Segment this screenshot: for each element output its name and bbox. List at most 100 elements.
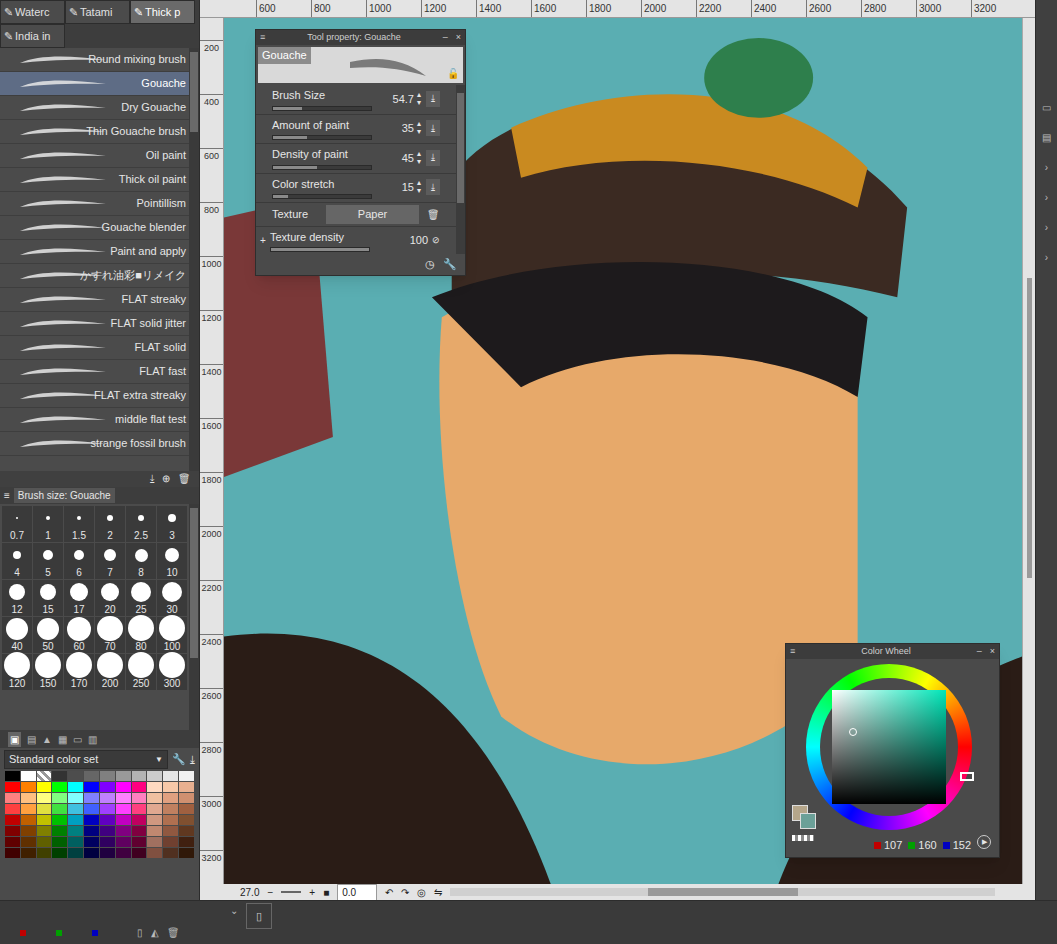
scrollbar[interactable]	[456, 85, 465, 254]
property-value[interactable]: 15	[388, 179, 414, 196]
reset-icon[interactable]: ◷	[425, 256, 435, 273]
brush-item[interactable]: strange fossil brush	[0, 432, 189, 456]
panel-icon[interactable]: ▭	[1042, 100, 1051, 115]
color-swatch[interactable]	[5, 837, 20, 847]
color-swatch[interactable]	[179, 804, 194, 814]
brush-tab[interactable]: ✎India in	[0, 24, 65, 48]
color-swatch[interactable]	[179, 826, 194, 836]
color-swatch[interactable]	[163, 848, 178, 858]
color-swatch[interactable]	[21, 771, 36, 781]
scrollbar[interactable]	[189, 504, 199, 730]
brush-size-cell[interactable]: 2	[95, 506, 125, 542]
brush-tab[interactable]: ✎Waterc	[0, 0, 65, 24]
color-swatch[interactable]	[5, 771, 20, 781]
saturation-value-square[interactable]	[832, 690, 946, 804]
brush-item[interactable]: middle flat test	[0, 408, 189, 432]
brush-size-cell[interactable]: 300	[157, 654, 187, 690]
color-swatch[interactable]	[116, 793, 131, 803]
color-swatch[interactable]	[5, 804, 20, 814]
color-swatch[interactable]	[68, 793, 83, 803]
slider[interactable]	[272, 165, 372, 170]
property-value[interactable]: 100	[402, 232, 428, 249]
color-swatch[interactable]	[52, 793, 67, 803]
brush-tab[interactable]: ✎Tatami	[65, 0, 130, 24]
brush-size-cell[interactable]: 8	[126, 543, 156, 579]
brush-list[interactable]: Round mixing brushGouacheDry GouacheThin…	[0, 48, 199, 471]
color-swatch[interactable]	[116, 837, 131, 847]
color-swatch[interactable]	[37, 804, 52, 814]
spin-icon[interactable]: ▴▾	[414, 179, 423, 195]
color-swatch[interactable]	[84, 782, 99, 792]
color-swatch[interactable]	[21, 804, 36, 814]
add-icon[interactable]: ⊕	[162, 471, 170, 487]
wrench-icon[interactable]: 🔧	[443, 256, 457, 273]
color-swatch[interactable]	[100, 837, 115, 847]
panel-icon[interactable]: ›	[1045, 220, 1048, 235]
lock-icon[interactable]: 🔓	[447, 66, 459, 81]
brush-size-cell[interactable]: 150	[33, 654, 63, 690]
color-swatch[interactable]	[5, 826, 20, 836]
panel-icon[interactable]: ›	[1045, 190, 1048, 205]
brush-item[interactable]: FLAT solid	[0, 336, 189, 360]
color-swatch[interactable]	[84, 848, 99, 858]
brush-size-cell[interactable]: 50	[33, 617, 63, 653]
angle-value[interactable]: 0.0	[337, 884, 377, 901]
spin-icon[interactable]: ▴▾	[414, 150, 423, 166]
property-value[interactable]: 35	[388, 120, 414, 137]
new-swatch-icon[interactable]: ▯	[137, 925, 143, 940]
brush-size-cell[interactable]: 80	[126, 617, 156, 653]
color-swatch[interactable]	[84, 837, 99, 847]
color-swatch[interactable]	[68, 815, 83, 825]
color-swatch[interactable]	[147, 837, 162, 847]
color-swatch[interactable]	[116, 782, 131, 792]
menu-icon[interactable]: ≡	[4, 488, 10, 503]
color-swatch[interactable]	[5, 793, 20, 803]
color-swatch[interactable]	[100, 815, 115, 825]
zoom-in-icon[interactable]: +	[309, 885, 315, 900]
color-swatch[interactable]	[132, 826, 147, 836]
color-swatch[interactable]	[116, 804, 131, 814]
color-swatch[interactable]	[52, 771, 67, 781]
color-swatch[interactable]	[116, 848, 131, 858]
collapse-icon[interactable]: ⌄	[230, 903, 238, 918]
brush-item[interactable]: Pointillism	[0, 192, 189, 216]
layer-button[interactable]: ▯	[246, 903, 272, 929]
brush-item[interactable]: Round mixing brush	[0, 48, 189, 72]
trash-icon[interactable]: 🗑	[427, 207, 440, 222]
color-swatch[interactable]	[147, 782, 162, 792]
color-swatch[interactable]	[132, 804, 147, 814]
color-swatch[interactable]	[21, 815, 36, 825]
panel-icon[interactable]: ▤	[1042, 130, 1051, 145]
panel-icon[interactable]: ›	[1045, 250, 1048, 265]
link-icon[interactable]: ⊘	[432, 234, 440, 248]
color-swatch[interactable]	[100, 793, 115, 803]
scrollbar[interactable]	[189, 48, 199, 471]
minimize-icon[interactable]: –	[977, 645, 982, 659]
color-swatch[interactable]	[163, 837, 178, 847]
rotate-left-icon[interactable]: ↶	[385, 885, 393, 900]
palette-tab-icon[interactable]: ▣	[8, 732, 21, 747]
color-marker[interactable]	[849, 728, 857, 736]
brush-size-cell[interactable]: 0.7	[2, 506, 32, 542]
color-swatch[interactable]	[68, 804, 83, 814]
fit-icon[interactable]: ■	[323, 885, 329, 900]
palette-tab-icon[interactable]: ▲	[42, 732, 52, 747]
brush-size-cell[interactable]: 70	[95, 617, 125, 653]
minimize-icon[interactable]: –	[443, 31, 448, 45]
color-swatch[interactable]	[21, 848, 36, 858]
color-swatch[interactable]	[21, 826, 36, 836]
brush-size-cell[interactable]: 100	[157, 617, 187, 653]
download-icon[interactable]: ⤓	[190, 751, 195, 768]
color-swatch[interactable]	[52, 782, 67, 792]
expand-icon[interactable]: +	[260, 233, 270, 248]
slider[interactable]	[272, 106, 372, 111]
color-swatch[interactable]	[132, 848, 147, 858]
brush-size-cell[interactable]: 20	[95, 580, 125, 616]
color-swatch[interactable]	[21, 837, 36, 847]
download-icon[interactable]: ⤓	[426, 120, 440, 136]
brush-size-cell[interactable]: 7	[95, 543, 125, 579]
color-swatch[interactable]	[100, 848, 115, 858]
brush-size-cell[interactable]: 30	[157, 580, 187, 616]
color-swatch[interactable]	[68, 848, 83, 858]
brush-item[interactable]: FLAT fast	[0, 360, 189, 384]
